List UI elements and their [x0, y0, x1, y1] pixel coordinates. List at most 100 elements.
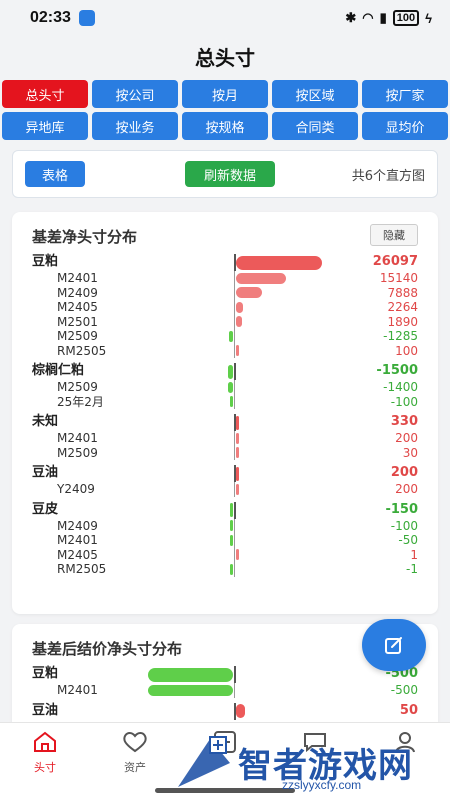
bar [236, 345, 239, 357]
bar [148, 667, 233, 682]
row-value: -500 [390, 683, 418, 697]
tab-1[interactable]: 按公司 [92, 80, 178, 108]
list-item: M2405 1 [12, 547, 438, 562]
group-row: 豆粕 -500 [12, 666, 438, 683]
list-item: M2401 -500 [12, 683, 438, 698]
bar-axis [234, 445, 235, 460]
row-value: -100 [390, 518, 418, 533]
row-value: 200 [395, 431, 418, 445]
tab-7[interactable]: 按规格 [182, 112, 268, 140]
tab-3[interactable]: 按区域 [272, 80, 358, 108]
tab-4[interactable]: 按厂家 [362, 80, 448, 108]
bar [230, 520, 233, 532]
row-label: M2405 [57, 300, 98, 314]
bar [230, 396, 233, 408]
row-value: 7888 [387, 285, 418, 300]
row-label: Y2409 [57, 482, 95, 496]
list-item: M2401 -50 [12, 533, 438, 548]
tab-2[interactable]: 按月 [182, 80, 268, 108]
group-row: 棕榈仁粕 -1500 [12, 363, 438, 380]
bar-axis [234, 363, 236, 380]
bar [236, 466, 239, 481]
bar [228, 381, 233, 393]
page-title: 总头寸 [195, 46, 255, 70]
list-item: M2501 1890 [12, 314, 438, 329]
list-item: M2405 2264 [12, 300, 438, 315]
edit-icon [385, 637, 402, 654]
edit-fab-button[interactable] [362, 619, 426, 671]
tab-8[interactable]: 合同类 [272, 112, 358, 140]
row-label: M2401 [57, 271, 98, 285]
list-item: M2401 200 [12, 431, 438, 446]
bar-axis [234, 329, 235, 344]
group-row: 豆粕 26097 [12, 254, 438, 271]
list-item: Y2409 200 [12, 482, 438, 497]
battery-icon: 100 [392, 10, 420, 26]
row-value: 50 [399, 702, 418, 718]
bar [148, 684, 233, 696]
row-label: M2509 [57, 445, 98, 460]
bar [236, 287, 263, 299]
bar-axis [234, 547, 235, 562]
list-item: M2409 -100 [12, 518, 438, 533]
hide-button[interactable]: 隐藏 [370, 224, 418, 246]
nav-item-0[interactable]: 头寸 [0, 723, 90, 800]
row-label: 豆油 [32, 465, 59, 480]
bar [236, 549, 239, 561]
list-item: M2401 15140 [12, 271, 438, 286]
bar [230, 503, 233, 517]
row-value: -1285 [383, 329, 418, 343]
row-value: 30 [402, 445, 418, 460]
watermark-logo-icon [178, 736, 230, 787]
watermark-url: zzslyyxcfy.com [282, 778, 362, 792]
bar-axis [234, 343, 235, 358]
group-row: 豆油 200 [12, 465, 438, 482]
list-item: M2509 -1285 [12, 329, 438, 344]
row-value: 15140 [379, 271, 418, 285]
tab-5[interactable]: 异地库 [2, 112, 88, 140]
bar-axis [234, 271, 235, 286]
card-title: 基差后结价净头寸分布 [32, 640, 183, 658]
bar [236, 704, 245, 718]
row-label: 豆皮 [32, 501, 59, 517]
row-label: M2509 [57, 329, 98, 343]
row-label: M2409 [57, 285, 98, 300]
status-icons: ✱ ◠ ▮ 100 ϟ [345, 10, 432, 26]
bar [236, 255, 323, 270]
list-item: RM2505 100 [12, 343, 438, 358]
row-label: M2405 [57, 547, 98, 562]
bar-axis [234, 518, 235, 533]
tab-9[interactable]: 显均价 [362, 112, 448, 140]
row-value: -1400 [383, 380, 418, 394]
bar [236, 447, 239, 459]
group-row: 豆皮 -150 [12, 501, 438, 519]
status-time: 02:33 [30, 9, 71, 26]
tab-6[interactable]: 按业务 [92, 112, 178, 140]
row-value: -50 [398, 533, 418, 547]
card-title: 基差净头寸分布 [32, 228, 138, 246]
row-label: M2409 [57, 518, 98, 533]
wifi-icon: ◠ [362, 10, 374, 25]
table-button[interactable]: 表格 [25, 161, 85, 187]
bar [236, 272, 286, 284]
row-value: -150 [385, 501, 418, 517]
tab-0[interactable]: 总头寸 [2, 80, 88, 108]
bar [236, 432, 239, 444]
bar [236, 415, 239, 430]
bar-axis [234, 533, 235, 548]
row-value: 100 [395, 343, 418, 358]
refresh-button[interactable]: 刷新数据 [185, 161, 275, 187]
alert-icon: ▮ [379, 10, 387, 25]
row-label: M2401 [57, 683, 98, 697]
bar-axis [234, 666, 236, 683]
nav-label: 头寸 [34, 761, 56, 774]
row-value: 330 [390, 414, 418, 429]
group-row: 豆油 50 [12, 702, 438, 720]
row-value: -1 [406, 562, 418, 576]
bar-axis [234, 562, 235, 577]
row-value: 26097 [372, 254, 418, 269]
row-value: 1 [410, 547, 418, 562]
status-bar: 02:33 ✱ ◠ ▮ 100 ϟ [0, 0, 450, 36]
row-value: 200 [395, 482, 418, 496]
row-value: 2264 [387, 300, 418, 314]
